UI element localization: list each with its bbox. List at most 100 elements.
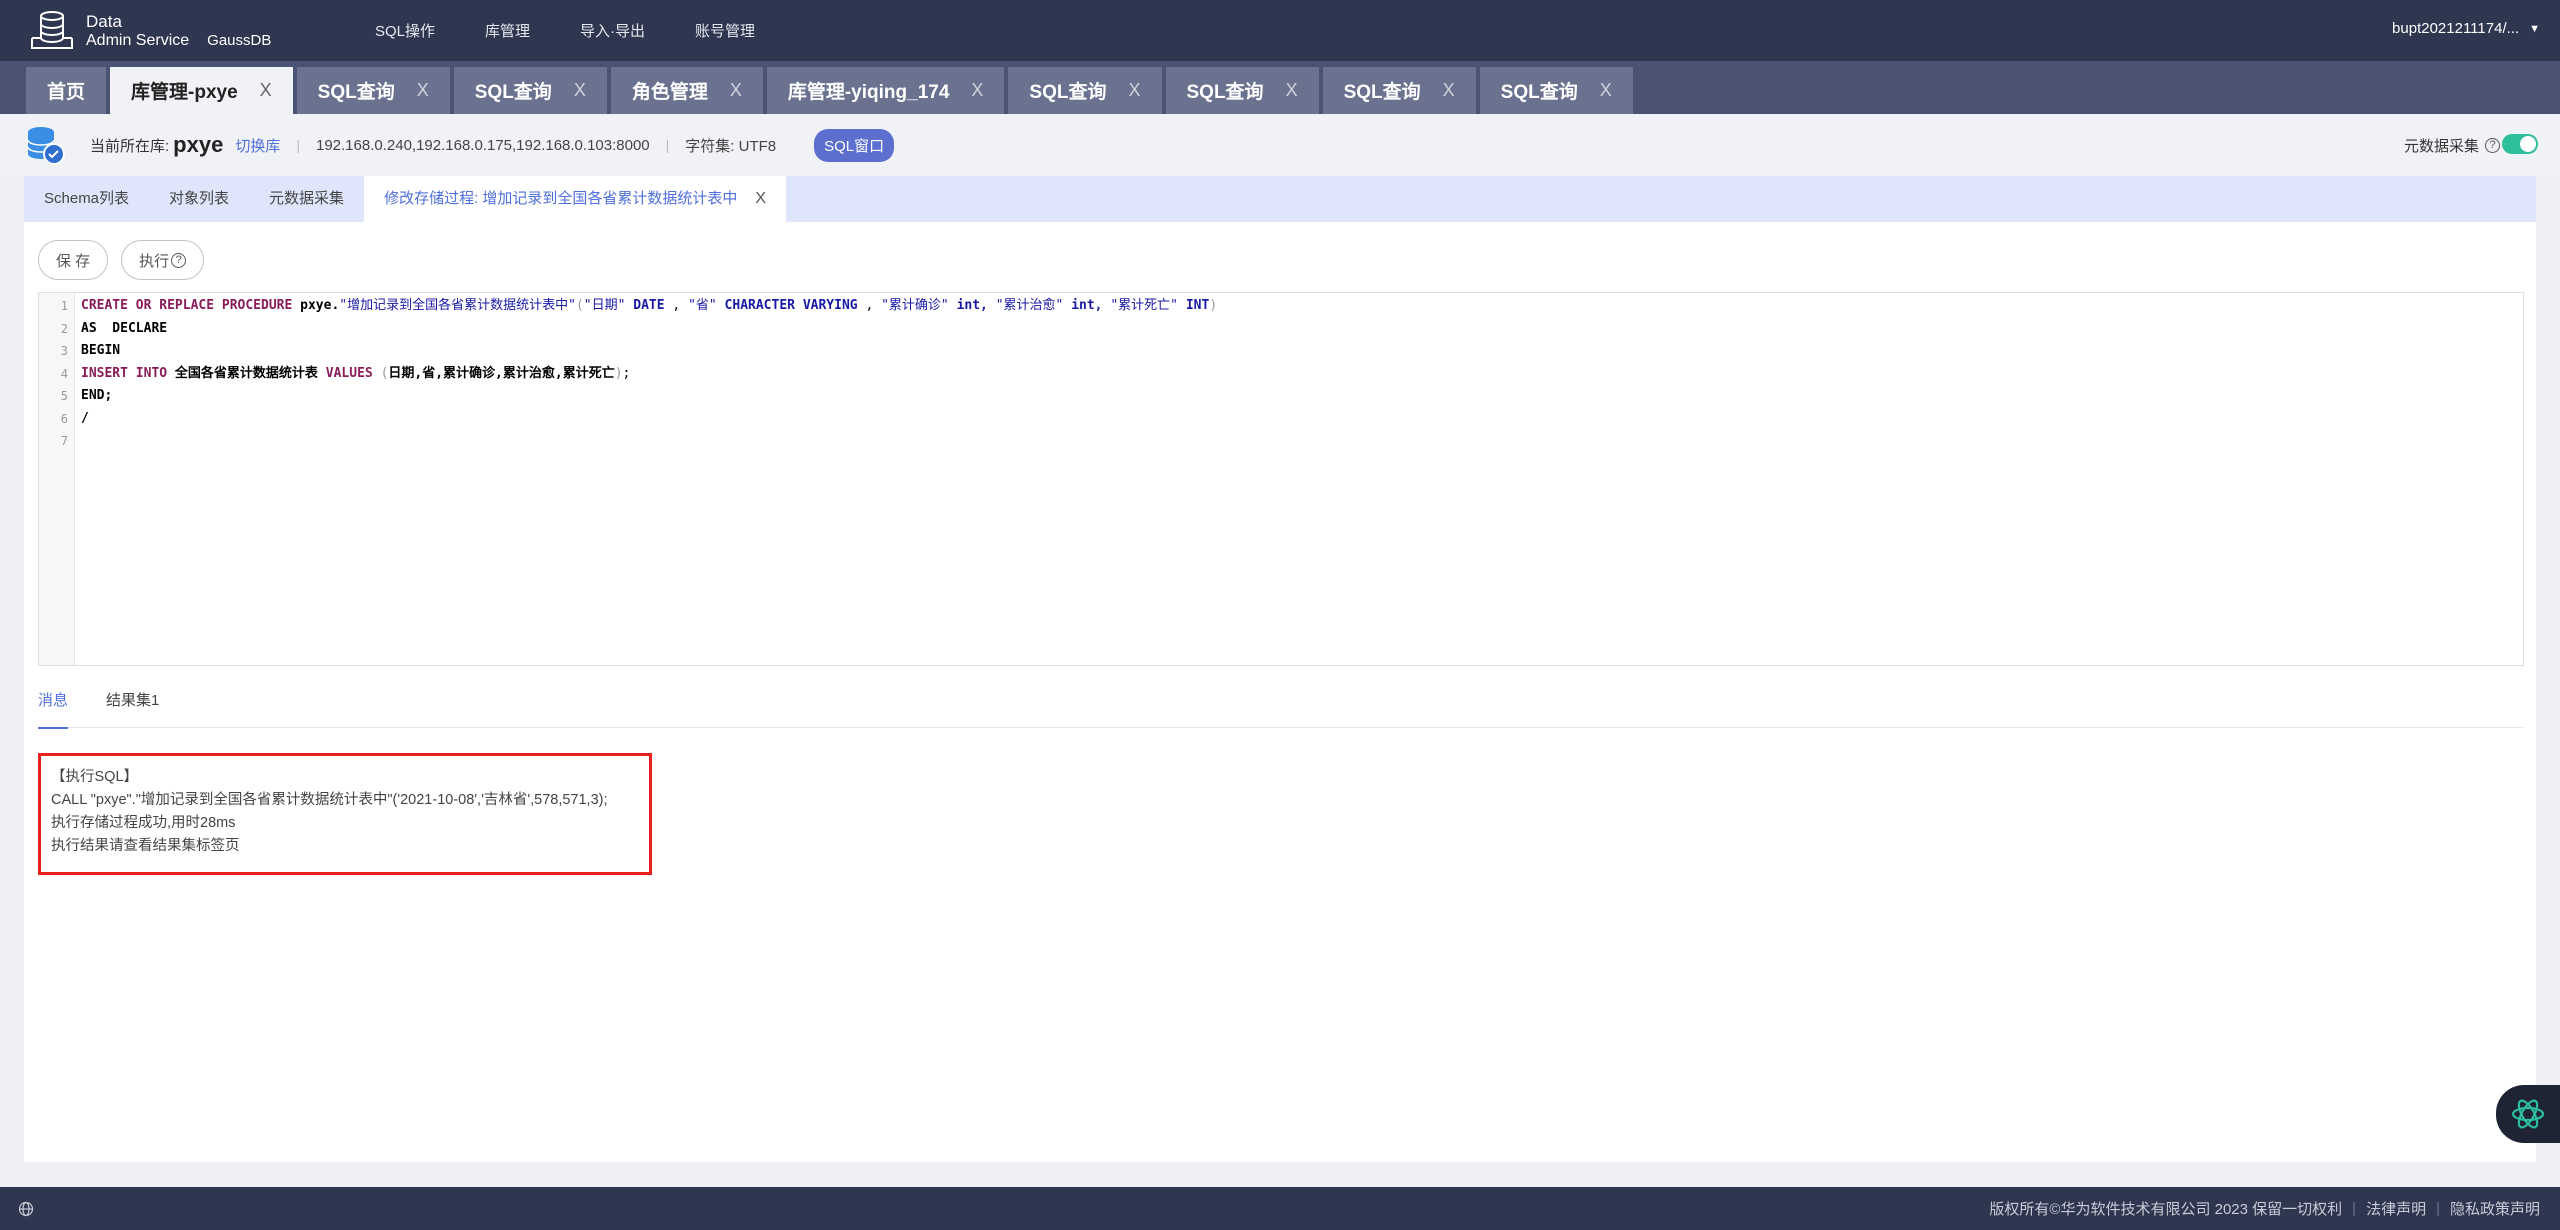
- logo-product: GaussDB: [207, 31, 272, 49]
- help-icon[interactable]: ?: [2485, 137, 2500, 153]
- line-gutter: 1 2 3 4 5 6 7: [39, 293, 75, 665]
- sql-editor[interactable]: 1 2 3 4 5 6 7 CREATE OR REPLACE PROCEDUR…: [38, 292, 2524, 666]
- current-db-name: pxye: [173, 132, 224, 157]
- logo[interactable]: Data Admin Service GaussDB: [28, 8, 328, 54]
- logo-title: Data: [86, 11, 122, 31]
- charset-label: 字符集: UTF8: [685, 137, 777, 155]
- execution-message-box: 【执行SQL】 CALL "pxye"."增加记录到全国各省累计数据统计表中"(…: [38, 753, 652, 875]
- close-icon[interactable]: X: [730, 80, 742, 101]
- logo-subtitle: Admin Service: [86, 31, 190, 49]
- subtab-object-list[interactable]: 对象列表: [149, 176, 249, 222]
- execute-button[interactable]: 执行?: [121, 240, 205, 280]
- tab-label: SQL查询: [1029, 82, 1107, 103]
- tab-label: SQL查询: [474, 82, 552, 103]
- close-icon[interactable]: X: [1600, 80, 1612, 101]
- tab-label: 库管理-pxye: [131, 82, 238, 103]
- top-nav: SQL操作 库管理 导入·导出 账号管理: [375, 20, 805, 41]
- tab-label: SQL查询: [1343, 82, 1421, 103]
- close-icon[interactable]: X: [1286, 80, 1298, 101]
- privacy-link[interactable]: 隐私政策声明: [2450, 1198, 2540, 1219]
- tab-result-set-1[interactable]: 结果集1: [106, 686, 159, 728]
- database-info-bar: 当前所在库: pxye 切换库 | 192.168.0.240,192.168.…: [0, 114, 2560, 176]
- subtab-schema-list[interactable]: Schema列表: [24, 176, 149, 222]
- code-line: CREATE OR REPLACE PROCEDURE pxye."增加记录到全…: [81, 295, 1217, 318]
- code-schema: pxye.: [300, 298, 340, 313]
- code-type: int,: [1071, 298, 1103, 313]
- line-number: 3: [60, 344, 68, 358]
- switch-db-link[interactable]: 切换库: [235, 135, 280, 156]
- code-line: END;: [81, 388, 113, 403]
- sql-window-button[interactable]: SQL窗口: [814, 128, 895, 162]
- tab-sql-query[interactable]: SQL查询 X: [1165, 67, 1319, 114]
- close-icon[interactable]: X: [1128, 80, 1140, 101]
- tab-sql-query[interactable]: SQL查询 X: [296, 67, 450, 114]
- code-keyword: CREATE OR REPLACE PROCEDURE: [81, 298, 293, 313]
- tab-sql-query[interactable]: SQL查询 X: [453, 67, 607, 114]
- caret-down-icon: ▼: [2529, 22, 2540, 35]
- code-punct: ): [614, 365, 623, 381]
- tab-db-manage-pxye[interactable]: 库管理-pxye X: [110, 67, 293, 114]
- footer: 版权所有©华为软件技术有限公司 2023 保留一切权利 | 法律声明 | 隐私政…: [0, 1187, 2560, 1230]
- meta-collect-text: 元数据采集: [2403, 137, 2479, 155]
- nav-import-export[interactable]: 导入·导出: [580, 20, 645, 41]
- code-identifier: "增加记录到全国各省累计数据统计表中": [339, 298, 576, 313]
- code-area[interactable]: CREATE OR REPLACE PROCEDURE pxye."增加记录到全…: [81, 295, 1217, 453]
- tab-db-manage-yiqing[interactable]: 库管理-yiqing_174 X: [766, 67, 1005, 114]
- ai-assistant-button[interactable]: [2496, 1085, 2560, 1143]
- save-button[interactable]: 保 存: [38, 240, 109, 280]
- code-punct: ;: [622, 365, 631, 381]
- tab-label: 库管理-yiqing_174: [787, 82, 950, 103]
- globe-icon[interactable]: [18, 1201, 34, 1217]
- subtab-edit-procedure[interactable]: 修改存储过程: 增加记录到全国各省累计数据统计表中 X: [364, 176, 787, 222]
- tab-sql-query[interactable]: SQL查询 X: [1008, 67, 1162, 114]
- tab-role-manage[interactable]: 角色管理 X: [610, 67, 763, 114]
- tab-label: 首页: [47, 82, 86, 103]
- code-identifier: "累计确诊": [881, 298, 949, 313]
- nav-sql-ops[interactable]: SQL操作: [375, 20, 435, 41]
- code-identifier: "日期": [583, 298, 626, 313]
- workspace-tabs: 首页 库管理-pxye X SQL查询 X SQL查询 X 角色管理 X 库管理-yiq…: [0, 61, 2560, 114]
- toggle-knob: [2520, 136, 2536, 152]
- code-line: AS DECLARE: [81, 320, 168, 336]
- message-line: 执行存储过程成功,用时28ms: [51, 815, 236, 831]
- assistant-icon: [2511, 1099, 2545, 1129]
- code-type: int,: [956, 298, 988, 313]
- close-icon[interactable]: X: [755, 190, 766, 207]
- tab-sql-query[interactable]: SQL查询 X: [1322, 67, 1476, 114]
- code-punct: ,: [865, 298, 874, 313]
- tab-label: SQL查询: [1500, 82, 1578, 103]
- line-number: 6: [60, 411, 68, 426]
- tab-home[interactable]: 首页: [26, 67, 107, 114]
- line-number: 4: [60, 366, 68, 381]
- line-number: 1: [60, 299, 68, 313]
- divider: |: [665, 137, 670, 153]
- editor-actions: 保 存 执行?: [38, 240, 217, 280]
- nav-account-manage[interactable]: 账号管理: [695, 20, 755, 41]
- code-type: INT: [1185, 298, 1210, 313]
- sub-tabs: Schema列表 对象列表 元数据采集 修改存储过程: 增加记录到全国各省累计数…: [24, 176, 2536, 222]
- close-icon[interactable]: X: [971, 80, 983, 101]
- message-line: 【执行SQL】: [51, 769, 139, 785]
- code-punct: ): [1209, 298, 1218, 313]
- code-columns: 日期,省,累计确诊,累计治愈,累计死亡: [388, 365, 615, 381]
- user-menu[interactable]: bupt2021211174/... ▼: [2392, 20, 2540, 37]
- line-number: 5: [60, 389, 68, 403]
- code-type: CHARACTER VARYING: [724, 298, 858, 313]
- meta-collect-toggle[interactable]: [2502, 134, 2538, 154]
- subtab-meta-collect[interactable]: 元数据采集: [249, 176, 364, 222]
- legal-link[interactable]: 法律声明: [2366, 1198, 2426, 1219]
- database-logo-icon: [28, 8, 76, 54]
- code-type: DATE: [633, 298, 665, 313]
- tab-sql-query[interactable]: SQL查询 X: [1479, 67, 1633, 114]
- close-icon[interactable]: X: [260, 80, 272, 101]
- close-icon[interactable]: X: [417, 80, 429, 101]
- nav-db-manage[interactable]: 库管理: [485, 20, 530, 41]
- close-icon[interactable]: X: [1443, 80, 1455, 101]
- tab-label: SQL查询: [1186, 82, 1264, 103]
- close-icon[interactable]: X: [574, 80, 586, 101]
- code-line: INSERT INTO 全国各省累计数据统计表 VALUES (日期,省,累计确…: [81, 363, 1217, 386]
- code-keyword: INSERT INTO: [81, 365, 168, 381]
- copyright-text: 版权所有©华为软件技术有限公司 2023 保留一切权利: [1989, 1201, 2343, 1218]
- tab-messages[interactable]: 消息: [38, 686, 69, 729]
